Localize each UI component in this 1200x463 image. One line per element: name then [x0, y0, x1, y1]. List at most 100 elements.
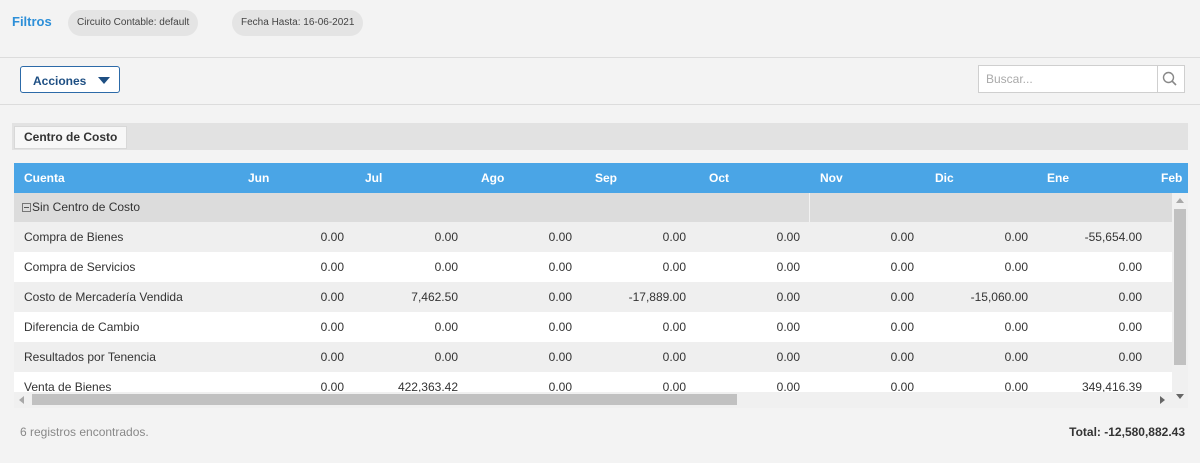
cell-value: 0.00	[890, 320, 914, 334]
cell-value: 0.00	[548, 230, 572, 244]
cell-value: 0.00	[1118, 320, 1142, 334]
cell-value: -55,654.00	[1084, 230, 1142, 244]
cell-cuenta: Compra de Servicios	[24, 260, 136, 274]
search-input[interactable]	[979, 66, 1157, 92]
cell-value: 0.00	[662, 380, 686, 393]
cell-value: 0.00	[890, 380, 914, 393]
cell-value: 0.00	[890, 290, 914, 304]
cell-value: 0.00	[320, 230, 344, 244]
cell-value: 0.00	[1004, 380, 1028, 393]
cell-value: 0.00	[1004, 350, 1028, 364]
filters-bar: Filtros Circuito Contable: default Fecha…	[0, 0, 1200, 50]
cell-value: 0.00	[776, 290, 800, 304]
cell-value: 0.00	[776, 320, 800, 334]
filter-chip-circuito[interactable]: Circuito Contable: default	[68, 10, 199, 36]
cell-value: 0.00	[320, 260, 344, 274]
horizontal-scroll-thumb[interactable]	[32, 394, 737, 405]
column-header-feb[interactable]: Feb	[1161, 163, 1182, 193]
cell-value: 0.00	[776, 260, 800, 274]
filters-title[interactable]: Filtros	[12, 14, 52, 29]
scroll-down-icon[interactable]	[1176, 394, 1184, 399]
cell-value: 0.00	[776, 350, 800, 364]
cell-value: -17,889.00	[628, 290, 686, 304]
cell-value: 0.00	[320, 320, 344, 334]
vertical-scroll-thumb[interactable]	[1174, 209, 1186, 365]
cell-value: 0.00	[662, 260, 686, 274]
cell-value: 0.00	[548, 290, 572, 304]
cell-value: 0.00	[434, 230, 458, 244]
table-row[interactable]: Resultados por Tenencia 0.00 0.00 0.00 0.00 0…	[14, 342, 1172, 372]
cell-cuenta: Costo de Mercadería Vendida	[24, 290, 183, 304]
vertical-scrollbar[interactable]	[1172, 193, 1188, 408]
cell-value: 0.00	[434, 320, 458, 334]
cell-value: 0.00	[662, 350, 686, 364]
cell-value: 0.00	[662, 320, 686, 334]
table-row[interactable]: Costo de Mercadería Vendida 0.00 7,462.50 0…	[14, 282, 1172, 312]
cell-value: 0.00	[434, 350, 458, 364]
column-header-jun[interactable]: Jun	[248, 163, 269, 193]
cell-cuenta: Diferencia de Cambio	[24, 320, 140, 334]
cell-value: 0.00	[320, 350, 344, 364]
cell-value: 0.00	[890, 260, 914, 274]
cell-value: 0.00	[1118, 290, 1142, 304]
cell-value: 0.00	[548, 350, 572, 364]
cell-value: 7,462.50	[411, 290, 458, 304]
horizontal-scrollbar[interactable]	[14, 392, 1172, 408]
cell-value: 0.00	[548, 380, 572, 393]
table-row[interactable]: Compra de Bienes 0.00 0.00 0.00 0.00 0.00 0.00…	[14, 222, 1172, 252]
cell-value: 0.00	[1118, 350, 1142, 364]
search-box	[978, 65, 1185, 93]
grouping-bar: Centro de Costo	[12, 123, 1188, 150]
column-header-jul[interactable]: Jul	[365, 163, 382, 193]
divider	[0, 57, 1200, 58]
cell-value: -15,060.00	[970, 290, 1028, 304]
search-separator	[1157, 66, 1158, 92]
column-header-nov[interactable]: Nov	[820, 163, 843, 193]
table-row[interactable]: Compra de Servicios 0.00 0.00 0.00 0.00 0.00 0…	[14, 252, 1172, 282]
acciones-label: Acciones	[33, 74, 87, 88]
records-count: 6 registros encontrados.	[20, 425, 149, 439]
cell-value: 0.00	[320, 380, 344, 393]
column-header-cuenta[interactable]: Cuenta	[24, 163, 65, 193]
cell-value: 0.00	[890, 230, 914, 244]
filter-chip-fecha[interactable]: Fecha Hasta: 16-06-2021	[232, 10, 364, 36]
cell-value: 0.00	[320, 290, 344, 304]
cell-cuenta: Resultados por Tenencia	[24, 350, 156, 364]
cell-value: 0.00	[548, 260, 572, 274]
column-header-sep[interactable]: Sep	[595, 163, 617, 193]
cell-cuenta: Compra de Bienes	[24, 230, 124, 244]
caret-down-icon	[98, 77, 110, 84]
acciones-button[interactable]: Acciones	[20, 66, 120, 93]
column-header-ene[interactable]: Ene	[1047, 163, 1069, 193]
cell-value: 0.00	[434, 260, 458, 274]
divider	[0, 104, 1200, 105]
group-divider	[809, 193, 810, 222]
column-header-dic[interactable]: Dic	[935, 163, 954, 193]
grouping-chip[interactable]: Centro de Costo	[14, 126, 128, 149]
table-row[interactable]: Diferencia de Cambio 0.00 0.00 0.00 0.00 0.00…	[14, 312, 1172, 342]
column-header-oct[interactable]: Oct	[709, 163, 729, 193]
cell-value: 0.00	[776, 380, 800, 393]
table-row[interactable]: Venta de Bienes 0.00 422,363.42 0.00 0.00 0.0…	[14, 372, 1172, 393]
scroll-right-icon[interactable]	[1160, 396, 1165, 404]
collapse-toggle-icon[interactable]	[22, 203, 31, 212]
search-icon[interactable]	[1160, 69, 1180, 89]
scroll-up-icon[interactable]	[1176, 198, 1184, 203]
cell-value: 422,363.42	[397, 380, 458, 393]
cell-value: 0.00	[662, 230, 686, 244]
cell-value: 0.00	[1004, 230, 1028, 244]
grid-body: Sin Centro de Costo Compra de Bienes 0.00…	[14, 193, 1172, 393]
scroll-left-icon[interactable]	[19, 396, 24, 404]
data-grid: Cuenta Jun Jul Ago Sep Oct Nov Dic Ene F…	[14, 163, 1188, 408]
cell-value: 0.00	[548, 320, 572, 334]
column-header-ago[interactable]: Ago	[481, 163, 504, 193]
cell-value: 0.00	[890, 350, 914, 364]
cell-value: 0.00	[1004, 260, 1028, 274]
cell-value: 0.00	[1118, 260, 1142, 274]
group-label: Sin Centro de Costo	[32, 200, 141, 214]
grand-total: Total: -12,580,882.43	[1069, 425, 1185, 439]
cell-cuenta: Venta de Bienes	[24, 380, 112, 393]
cell-value: 0.00	[1004, 320, 1028, 334]
grid-header: Cuenta Jun Jul Ago Sep Oct Nov Dic Ene F…	[14, 163, 1188, 193]
cell-value: 0.00	[776, 230, 800, 244]
